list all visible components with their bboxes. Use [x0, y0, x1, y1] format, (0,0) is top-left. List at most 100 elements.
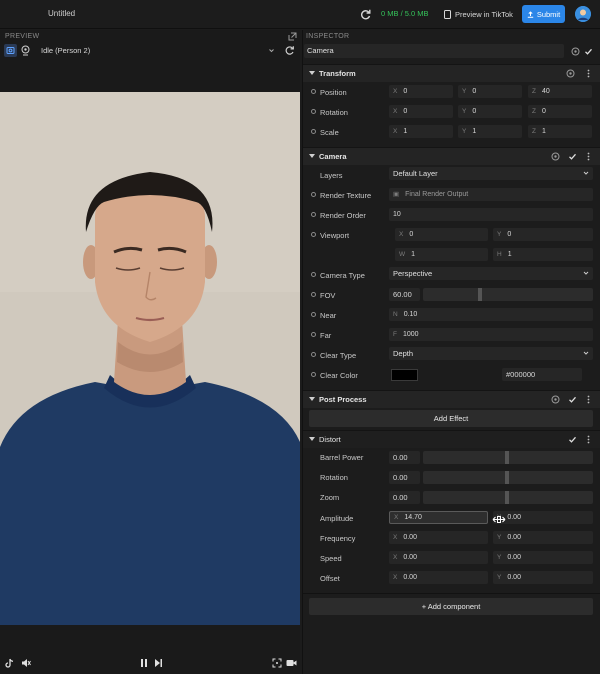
layers-select[interactable]: Default Layer: [389, 167, 593, 180]
render-order-field[interactable]: 10: [389, 208, 593, 221]
barrel-power-field[interactable]: 0.00: [389, 451, 420, 464]
collapse-triangle-icon[interactable]: [309, 154, 315, 158]
keyframe-dot-icon[interactable]: [311, 292, 316, 297]
fov-field[interactable]: 60.00: [389, 288, 420, 301]
scale-y-field[interactable]: Y1: [458, 125, 522, 138]
camera-type-select[interactable]: Perspective: [389, 267, 593, 280]
enabled-check-icon[interactable]: [568, 395, 577, 404]
preview-preset-select[interactable]: Idle (Person 2): [38, 44, 278, 57]
record-video-icon[interactable]: [286, 658, 297, 668]
slider-knob[interactable]: [505, 471, 509, 484]
viewport-w-field[interactable]: W1: [395, 248, 488, 261]
scale-x-field[interactable]: X1: [389, 125, 453, 138]
more-options-icon[interactable]: [584, 395, 593, 404]
keyframe-dot-icon[interactable]: [311, 89, 316, 94]
popout-icon[interactable]: [288, 32, 297, 41]
more-options-icon[interactable]: [584, 152, 593, 161]
refresh-icon[interactable]: [359, 8, 372, 21]
enabled-check-icon[interactable]: [568, 152, 577, 161]
fov-slider[interactable]: [423, 288, 593, 301]
collapse-triangle-icon[interactable]: [309, 437, 315, 441]
more-options-icon[interactable]: [584, 69, 593, 78]
offset-y-field[interactable]: Y 0.00: [493, 571, 593, 584]
camera-type-value: Perspective: [393, 269, 433, 278]
axis-x: X: [393, 554, 398, 561]
barrel-power-slider[interactable]: [423, 451, 593, 464]
keyframe-dot-icon[interactable]: [311, 212, 316, 217]
keyframe-dot-icon[interactable]: [311, 332, 316, 337]
submit-button[interactable]: Submit: [522, 5, 565, 23]
tiktok-icon[interactable]: [5, 658, 14, 668]
position-x-field[interactable]: X0: [389, 85, 453, 98]
keyframe-dot-icon[interactable]: [311, 272, 316, 277]
project-title[interactable]: Untitled: [48, 9, 75, 18]
collapse-triangle-icon[interactable]: [309, 71, 315, 75]
speed-y-field[interactable]: Y 0.00: [493, 551, 593, 564]
webcam-icon[interactable]: [20, 45, 31, 56]
position-z-field[interactable]: Z 40: [528, 85, 592, 98]
collapse-triangle-icon[interactable]: [309, 397, 315, 401]
viewport-y-field[interactable]: Y0: [493, 228, 593, 241]
clear-color-swatch[interactable]: [391, 369, 418, 381]
frequency-x-value: 0.00: [403, 534, 417, 541]
viewport-x-field[interactable]: X0: [395, 228, 488, 241]
fit-screen-icon[interactable]: [272, 658, 282, 668]
keyframe-dot-icon[interactable]: [311, 129, 316, 134]
slider-knob[interactable]: [505, 491, 509, 504]
zoom-slider[interactable]: [423, 491, 593, 504]
distort-rotation-field[interactable]: 0.00: [389, 471, 420, 484]
user-avatar[interactable]: [575, 6, 591, 22]
simulator-camera-icon[interactable]: [4, 44, 17, 57]
keyframe-dot-icon[interactable]: [311, 372, 316, 377]
far-field[interactable]: F 1000: [389, 328, 593, 341]
chevron-down-icon[interactable]: [268, 47, 275, 54]
add-component-button[interactable]: + Add component: [309, 598, 593, 615]
amplitude-x-field[interactable]: X 14.70: [389, 511, 488, 524]
reset-preview-icon[interactable]: [284, 45, 295, 56]
viewport-h-field[interactable]: H1: [493, 248, 593, 261]
clear-color-hex-field[interactable]: #000000: [502, 368, 582, 381]
more-options-icon[interactable]: [584, 435, 593, 444]
transform-section-header[interactable]: Transform: [303, 64, 600, 82]
rotation-x-field[interactable]: X0: [389, 105, 453, 118]
add-effect-button[interactable]: Add Effect: [309, 410, 593, 427]
preview-video-frame: [0, 92, 300, 625]
target-icon[interactable]: [566, 69, 575, 78]
clear-type-select[interactable]: Depth: [389, 347, 593, 360]
offset-x-field[interactable]: X 0.00: [389, 571, 488, 584]
rotation-y-field[interactable]: Y0: [458, 105, 522, 118]
target-icon[interactable]: [551, 395, 560, 404]
preview-in-tiktok-button[interactable]: Preview in TikTok: [444, 7, 513, 22]
step-forward-icon[interactable]: [154, 658, 163, 668]
amplitude-label: Amplitude: [320, 514, 354, 523]
frequency-x-field[interactable]: X 0.00: [389, 531, 488, 544]
zoom-label: Zoom: [320, 493, 340, 502]
slider-knob[interactable]: [505, 451, 509, 464]
position-y-field[interactable]: Y0: [458, 85, 522, 98]
keyframe-dot-icon[interactable]: [311, 352, 316, 357]
mute-icon[interactable]: [21, 658, 31, 668]
rotation-z-field[interactable]: Z0: [528, 105, 592, 118]
distort-section-header[interactable]: Distort: [303, 430, 600, 448]
enabled-check-icon[interactable]: [568, 435, 577, 444]
keyframe-dot-icon[interactable]: [311, 312, 316, 317]
chevron-down-icon: [583, 271, 589, 275]
keyframe-dot-icon[interactable]: [311, 109, 316, 114]
zoom-field[interactable]: 0.00: [389, 491, 420, 504]
frequency-y-field[interactable]: Y 0.00: [493, 531, 593, 544]
object-name-field[interactable]: Camera: [304, 44, 564, 58]
target-icon[interactable]: [571, 47, 580, 56]
speed-x-field[interactable]: X 0.00: [389, 551, 488, 564]
target-icon[interactable]: [551, 152, 560, 161]
amplitude-y-field[interactable]: Y 0.00: [493, 511, 593, 524]
keyframe-dot-icon[interactable]: [311, 232, 316, 237]
pause-icon[interactable]: [140, 658, 148, 668]
distort-rotation-slider[interactable]: [423, 471, 593, 484]
near-field[interactable]: N 0.10: [389, 308, 593, 321]
distort-rotation-label: Rotation: [320, 473, 348, 482]
render-texture-field[interactable]: ▣ Final Render Output: [389, 188, 593, 201]
enabled-check-icon[interactable]: [584, 47, 593, 56]
slider-knob[interactable]: [478, 288, 482, 301]
scale-z-field[interactable]: Z1: [528, 125, 592, 138]
keyframe-dot-icon[interactable]: [311, 192, 316, 197]
